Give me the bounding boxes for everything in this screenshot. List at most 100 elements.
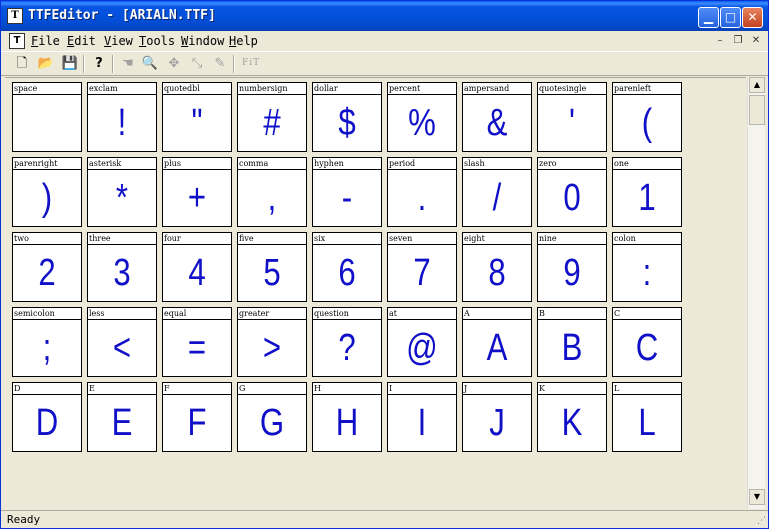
glyph-cell[interactable]: one 1: [612, 157, 682, 227]
fit-button[interactable]: FiT: [242, 58, 260, 68]
glyph-cell[interactable]: plus +: [162, 157, 232, 227]
glyph-cell[interactable]: KK: [537, 382, 607, 452]
glyph-preview: ': [569, 102, 575, 144]
title-bar[interactable]: T TTFEditor - [ARIALN.TTF] ▁ □ ✕: [1, 1, 768, 31]
pencil-tool-icon[interactable]: ✎: [211, 55, 229, 73]
glyph-cell[interactable]: parenright): [12, 157, 82, 227]
mdi-minimize-button[interactable]: –: [712, 34, 728, 48]
glyph-name-label: less: [88, 308, 156, 320]
glyph-cell[interactable]: ampersand &: [462, 82, 532, 152]
glyph-cell[interactable]: equal =: [162, 307, 232, 377]
minimize-button[interactable]: ▁: [698, 7, 719, 28]
glyph-preview: D: [35, 402, 59, 444]
glyph-cell[interactable]: numbersign #: [237, 82, 307, 152]
glyph-cell[interactable]: DD: [12, 382, 82, 452]
glyph-cell[interactable]: GG: [237, 382, 307, 452]
toolbar-separator: [83, 55, 85, 73]
move-tool-icon[interactable]: ✥: [165, 55, 183, 73]
glyph-preview: A: [486, 327, 508, 369]
close-button[interactable]: ✕: [742, 7, 763, 28]
menu-help[interactable]: Help: [229, 34, 258, 48]
glyph-cell[interactable]: JJ: [462, 382, 532, 452]
save-disk-icon[interactable]: 💾: [61, 55, 79, 73]
glyph-cell[interactable]: CC: [612, 307, 682, 377]
menu-window[interactable]: Window: [181, 34, 224, 48]
menu-tools[interactable]: Tools: [139, 34, 175, 48]
glyph-name-label: F: [163, 383, 231, 395]
document-icon[interactable]: T: [9, 33, 25, 49]
glyph-cell[interactable]: AA: [462, 307, 532, 377]
glyph-cell[interactable]: slash /: [462, 157, 532, 227]
glyph-cell[interactable]: less <: [87, 307, 157, 377]
glyph-cell[interactable]: BB: [537, 307, 607, 377]
glyph-cell[interactable]: question?: [312, 307, 382, 377]
glyph-name-label: A: [463, 308, 531, 320]
glyph-cell[interactable]: five 5: [237, 232, 307, 302]
vertical-scrollbar[interactable]: ▲ ▼: [747, 77, 765, 509]
glyph-cell[interactable]: greater >: [237, 307, 307, 377]
menu-file[interactable]: File: [31, 34, 60, 48]
menu-edit[interactable]: Edit: [67, 34, 96, 48]
scroll-thumb[interactable]: [749, 95, 765, 125]
glyph-cell[interactable]: II: [387, 382, 457, 452]
glyph-cell[interactable]: dollar $: [312, 82, 382, 152]
glyph-preview: G: [259, 402, 285, 444]
glyph-cell[interactable]: three 3: [87, 232, 157, 302]
glyph-cell[interactable]: semicolon;: [12, 307, 82, 377]
glyph-cell[interactable]: two 2: [12, 232, 82, 302]
glyph-cell[interactable]: quotesingle ': [537, 82, 607, 152]
glyph-cell[interactable]: zero 0: [537, 157, 607, 227]
glyph-cell[interactable]: colon:: [612, 232, 682, 302]
glyph-cell[interactable]: asterisk *: [87, 157, 157, 227]
window-title: TTFEditor - [ARIALN.TTF]: [28, 8, 216, 23]
maximize-button[interactable]: □: [720, 7, 741, 28]
glyph-cell[interactable]: percent%: [387, 82, 457, 152]
help-icon[interactable]: ?: [90, 55, 108, 73]
glyph-name-label: eight: [463, 233, 531, 245]
glyph-name-label: six: [313, 233, 381, 245]
glyph-preview: 1: [638, 177, 656, 219]
resize-grip-icon[interactable]: ⋰: [754, 515, 766, 527]
glyph-cell[interactable]: LL: [612, 382, 682, 452]
glyph-cell[interactable]: seven 7: [387, 232, 457, 302]
glyph-cell[interactable]: six 6: [312, 232, 382, 302]
scroll-up-button[interactable]: ▲: [749, 77, 765, 93]
glyph-preview: 8: [488, 252, 506, 294]
glyph-preview: %: [408, 102, 436, 144]
glyph-cell[interactable]: parenleft (: [612, 82, 682, 152]
glyph-preview: ?: [338, 327, 356, 369]
glyph-cell[interactable]: nine 9: [537, 232, 607, 302]
glyph-cell[interactable]: hyphen -: [312, 157, 382, 227]
scroll-down-button[interactable]: ▼: [749, 489, 765, 505]
glyph-cell[interactable]: exclam!: [87, 82, 157, 152]
glyph-preview: 5: [263, 252, 281, 294]
glyph-cell[interactable]: space: [12, 82, 82, 152]
glyph-preview: !: [117, 102, 127, 144]
resize-tool-icon[interactable]: ⤡: [188, 55, 206, 73]
glyph-name-label: exclam: [88, 83, 156, 95]
glyph-name-label: numbersign: [238, 83, 306, 95]
glyph-cell[interactable]: period.: [387, 157, 457, 227]
new-file-icon[interactable]: 🗋: [13, 55, 31, 73]
glyph-cell[interactable]: quotedbl ": [162, 82, 232, 152]
glyph-cell[interactable]: comma,: [237, 157, 307, 227]
glyph-cell[interactable]: four 4: [162, 232, 232, 302]
glyph-preview: 9: [563, 252, 581, 294]
mdi-restore-button[interactable]: ❐: [730, 34, 746, 48]
menu-view[interactable]: View: [104, 34, 133, 48]
open-folder-icon[interactable]: 📂: [37, 55, 55, 73]
glyph-preview: >: [262, 327, 282, 369]
glyph-name-label: D: [13, 383, 81, 395]
glyph-cell[interactable]: EE: [87, 382, 157, 452]
mdi-close-button[interactable]: ✕: [748, 34, 764, 48]
ttf-app-icon[interactable]: T: [7, 8, 23, 24]
glyph-cell[interactable]: FF: [162, 382, 232, 452]
glyph-name-label: parenleft: [613, 83, 681, 95]
glyph-cell[interactable]: eight 8: [462, 232, 532, 302]
menu-bar: T File Edit View Tools Window Help – ❐ ✕: [1, 31, 768, 51]
hand-tool-icon[interactable]: ☚: [119, 55, 137, 73]
glyph-cell[interactable]: at @: [387, 307, 457, 377]
glyph-name-label: H: [313, 383, 381, 395]
glyph-cell[interactable]: HH: [312, 382, 382, 452]
zoom-tool-icon[interactable]: 🔍: [141, 55, 159, 73]
